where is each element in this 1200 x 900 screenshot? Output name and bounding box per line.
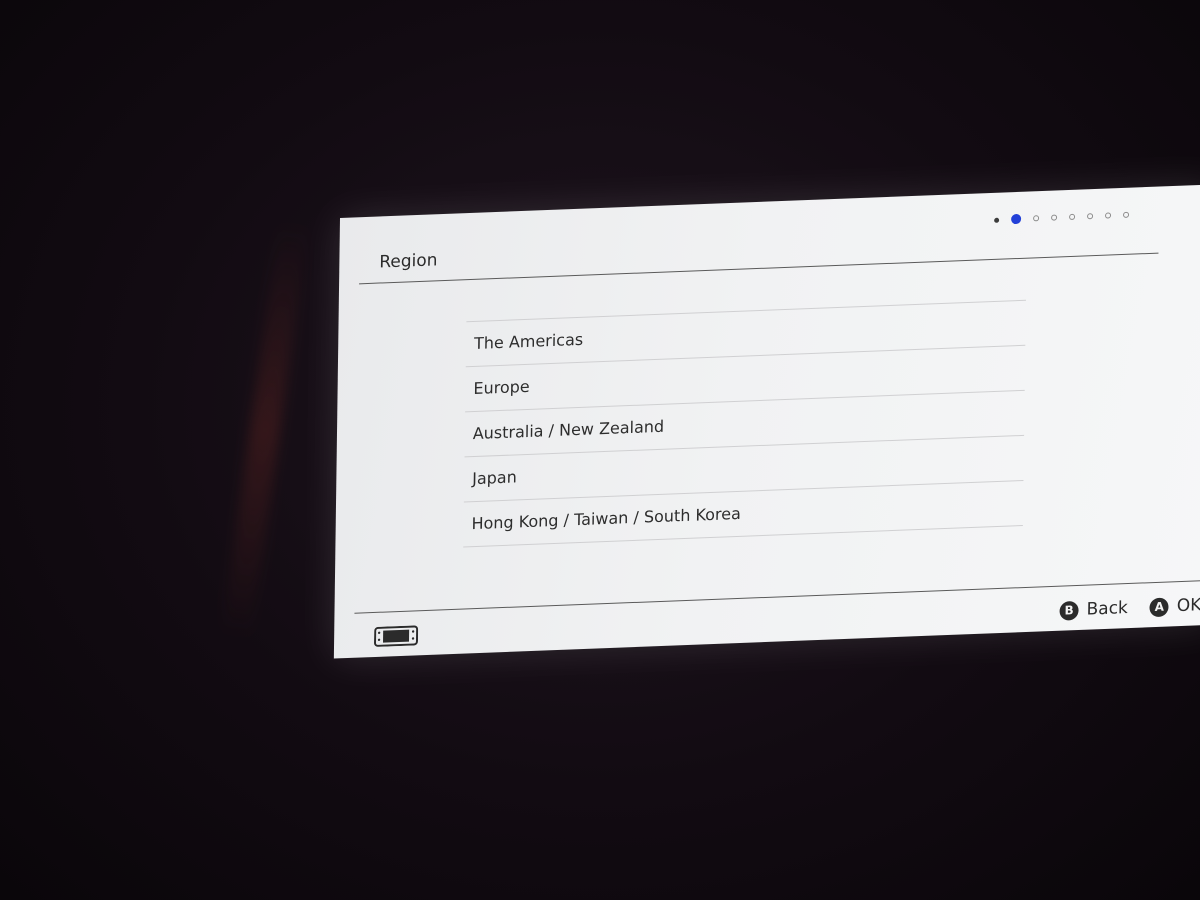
page-dot	[1087, 213, 1094, 220]
ok-label: OK	[1176, 595, 1200, 617]
page-dot	[1105, 212, 1112, 219]
page-title: Region	[379, 250, 438, 273]
back-label: Back	[1086, 598, 1128, 620]
page-dot	[1069, 213, 1076, 221]
handheld-console-icon	[374, 625, 419, 647]
page-dot	[1123, 211, 1130, 218]
page-dot	[1033, 215, 1040, 222]
title-divider	[359, 252, 1159, 285]
b-button-icon: B	[1059, 600, 1079, 621]
setup-screen: Region The Americas Europe Australia / N…	[333, 184, 1200, 659]
footer-actions: B Back A OK	[1059, 595, 1200, 621]
page-dot	[994, 217, 1000, 223]
page-dot-current	[1011, 213, 1022, 225]
ok-button[interactable]: A OK	[1149, 595, 1200, 617]
page-indicator	[994, 210, 1130, 225]
page-dot	[1051, 214, 1058, 221]
region-list: The Americas Europe Australia / New Zeal…	[463, 299, 1026, 548]
a-button-icon: A	[1149, 596, 1169, 617]
back-button[interactable]: B Back	[1059, 598, 1128, 621]
